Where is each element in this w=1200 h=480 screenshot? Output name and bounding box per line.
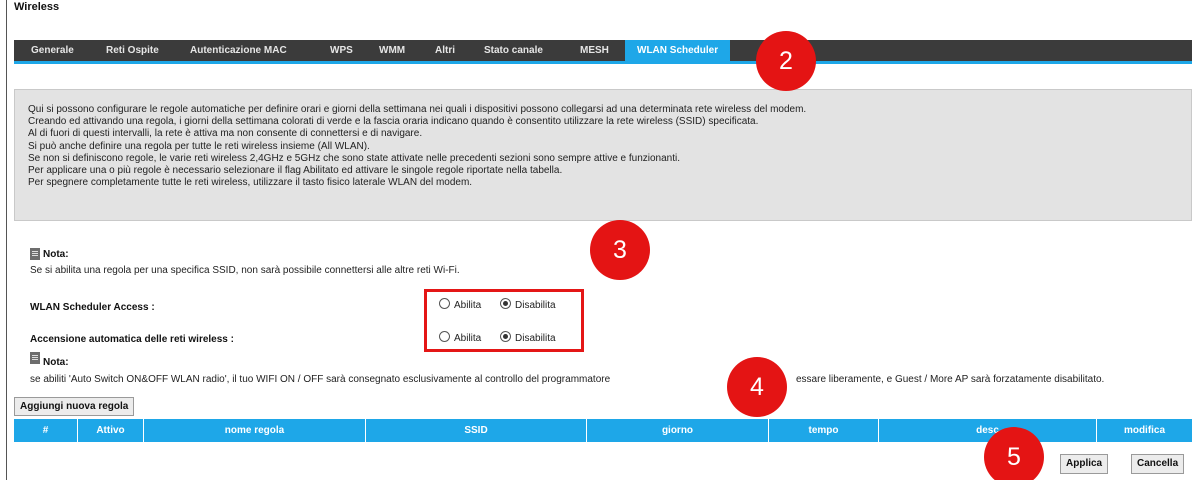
step-badge: 5 <box>984 427 1044 480</box>
tab-reti-ospite[interactable]: Reti Ospite <box>106 40 159 61</box>
highlight-box <box>424 289 584 352</box>
column-header: # <box>14 419 78 442</box>
tab-generale[interactable]: Generale <box>31 40 74 61</box>
tab-mesh[interactable]: MESH <box>580 40 609 61</box>
note-label: Nota: <box>43 357 69 368</box>
note-text: Se si abilita una regola per una specifi… <box>30 265 460 276</box>
column-header: nome regola <box>144 419 366 442</box>
info-line: Se non si definiscono regole, le varie r… <box>28 152 681 164</box>
tab-bar: Generale Reti Ospite Autenticazione MAC … <box>14 40 1192 64</box>
step-badge: 4 <box>727 357 787 417</box>
column-header: Attivo <box>78 419 144 442</box>
note-text: se abiliti 'Auto Switch ON&OFF WLAN radi… <box>30 374 611 385</box>
info-line: Per spegnere completamente tutte le reti… <box>28 177 473 189</box>
step-badge: 2 <box>756 31 816 91</box>
tab-altri[interactable]: Altri <box>435 40 455 61</box>
step-badge: 3 <box>590 220 650 280</box>
column-header: desc <box>879 419 1097 442</box>
column-header: giorno <box>587 419 769 442</box>
scheduler-access-label: WLAN Scheduler Access : <box>30 302 155 313</box>
note-text-continued: essare liberamente, e Guest / More AP sa… <box>796 374 1105 385</box>
note-icon <box>30 352 40 364</box>
info-line: Al di fuori di questi intervalli, la ret… <box>28 128 423 140</box>
info-line: Per applicare una o più regole è necessa… <box>28 165 563 177</box>
info-line: Creando ed attivando una regola, i giorn… <box>28 116 759 128</box>
tab-wps[interactable]: WPS <box>330 40 353 61</box>
page-title: Wireless <box>14 1 60 13</box>
note-icon <box>30 248 40 260</box>
tab-wlan-scheduler[interactable]: WLAN Scheduler <box>625 40 731 61</box>
tab-autenticazione-mac[interactable]: Autenticazione MAC <box>190 40 287 61</box>
frame-border <box>6 0 7 480</box>
tab-wmm[interactable]: WMM <box>379 40 405 61</box>
info-panel: Qui si possono configurare le regole aut… <box>14 89 1192 221</box>
tab-stato-canale[interactable]: Stato canale <box>484 40 543 61</box>
column-header: SSID <box>366 419 587 442</box>
auto-power-label: Accensione automatica delle reti wireles… <box>30 334 234 345</box>
cancel-button[interactable]: Cancella <box>1131 454 1185 474</box>
column-header: modifica <box>1123 425 1166 436</box>
info-line: Qui si possono configurare le regole aut… <box>28 104 807 115</box>
info-line: Si può anche definire una regola per tut… <box>28 140 370 152</box>
column-header: tempo <box>769 419 879 442</box>
apply-button[interactable]: Applica <box>1060 454 1109 474</box>
note-label: Nota: <box>43 249 69 260</box>
add-rule-button[interactable]: Aggiungi nuova regola <box>14 397 135 416</box>
